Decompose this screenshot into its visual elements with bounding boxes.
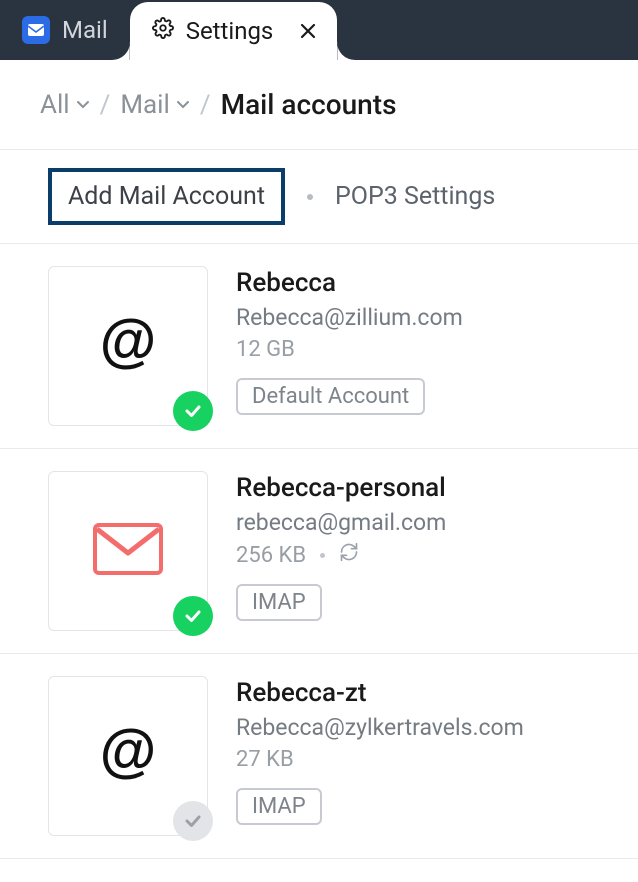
tab-bar: Mail Settings (0, 0, 638, 60)
breadcrumb-mail-label: Mail (120, 90, 170, 120)
account-info: Rebecca-zt Rebecca@zylkertravels.com 27 … (236, 676, 524, 836)
tab-settings-label: Settings (186, 17, 274, 45)
status-badge (173, 801, 213, 841)
account-icon-box: @ (48, 676, 208, 836)
at-sign-icon: @ (96, 312, 160, 380)
breadcrumb-all[interactable]: All (40, 90, 90, 120)
accounts-list: @ Rebecca Rebecca@zillium.com 12 GB Defa… (0, 244, 638, 859)
account-name: Rebecca-personal (236, 473, 446, 503)
gmail-icon (93, 523, 163, 579)
account-info: Rebecca-personal rebecca@gmail.com 256 K… (236, 471, 446, 631)
account-meta: 256 KB (236, 542, 446, 568)
account-name: Rebecca-zt (236, 678, 524, 708)
sync-icon[interactable] (339, 542, 359, 568)
status-badge (173, 596, 213, 636)
breadcrumb-separator: / (100, 90, 111, 120)
account-meta: 12 GB (236, 337, 463, 362)
account-row[interactable]: @ Rebecca Rebecca@zillium.com 12 GB Defa… (0, 244, 638, 449)
at-sign-icon: @ (96, 722, 160, 790)
account-size: 27 KB (236, 747, 294, 772)
separator-dot (320, 553, 325, 558)
account-tag: IMAP (236, 788, 322, 825)
chevron-down-icon (76, 100, 90, 110)
breadcrumb-separator: / (200, 90, 211, 120)
svg-text:@: @ (100, 722, 157, 783)
actions-row: Add Mail Account POP3 Settings (0, 150, 638, 244)
account-tag: Default Account (236, 378, 425, 415)
breadcrumb-current: Mail accounts (221, 88, 397, 121)
tab-mail-label: Mail (62, 16, 108, 44)
breadcrumb: All / Mail / Mail accounts (0, 60, 638, 150)
mail-app-icon (22, 16, 50, 44)
account-size: 12 GB (236, 337, 295, 362)
status-badge (173, 391, 213, 431)
add-mail-account-button[interactable]: Add Mail Account (48, 168, 285, 225)
account-icon-box (48, 471, 208, 631)
tab-settings[interactable]: Settings (130, 2, 338, 60)
tab-mail[interactable]: Mail (0, 0, 130, 60)
pop3-settings-link[interactable]: POP3 Settings (335, 182, 495, 211)
account-icon-box: @ (48, 266, 208, 426)
account-email: rebecca@gmail.com (236, 509, 446, 536)
account-email: Rebecca@zylkertravels.com (236, 714, 524, 741)
account-meta: 27 KB (236, 747, 524, 772)
separator-dot (307, 194, 313, 200)
account-row[interactable]: Rebecca-personal rebecca@gmail.com 256 K… (0, 449, 638, 654)
account-tag: IMAP (236, 584, 322, 621)
chevron-down-icon (176, 100, 190, 110)
account-info: Rebecca Rebecca@zillium.com 12 GB Defaul… (236, 266, 463, 426)
gear-icon (152, 17, 174, 45)
account-email: Rebecca@zillium.com (236, 304, 463, 331)
account-row[interactable]: @ Rebecca-zt Rebecca@zylkertravels.com 2… (0, 654, 638, 859)
svg-text:@: @ (100, 312, 157, 373)
breadcrumb-mail[interactable]: Mail (120, 90, 190, 120)
breadcrumb-all-label: All (40, 90, 70, 120)
account-size: 256 KB (236, 543, 306, 568)
close-icon[interactable] (299, 22, 317, 40)
account-name: Rebecca (236, 268, 463, 298)
